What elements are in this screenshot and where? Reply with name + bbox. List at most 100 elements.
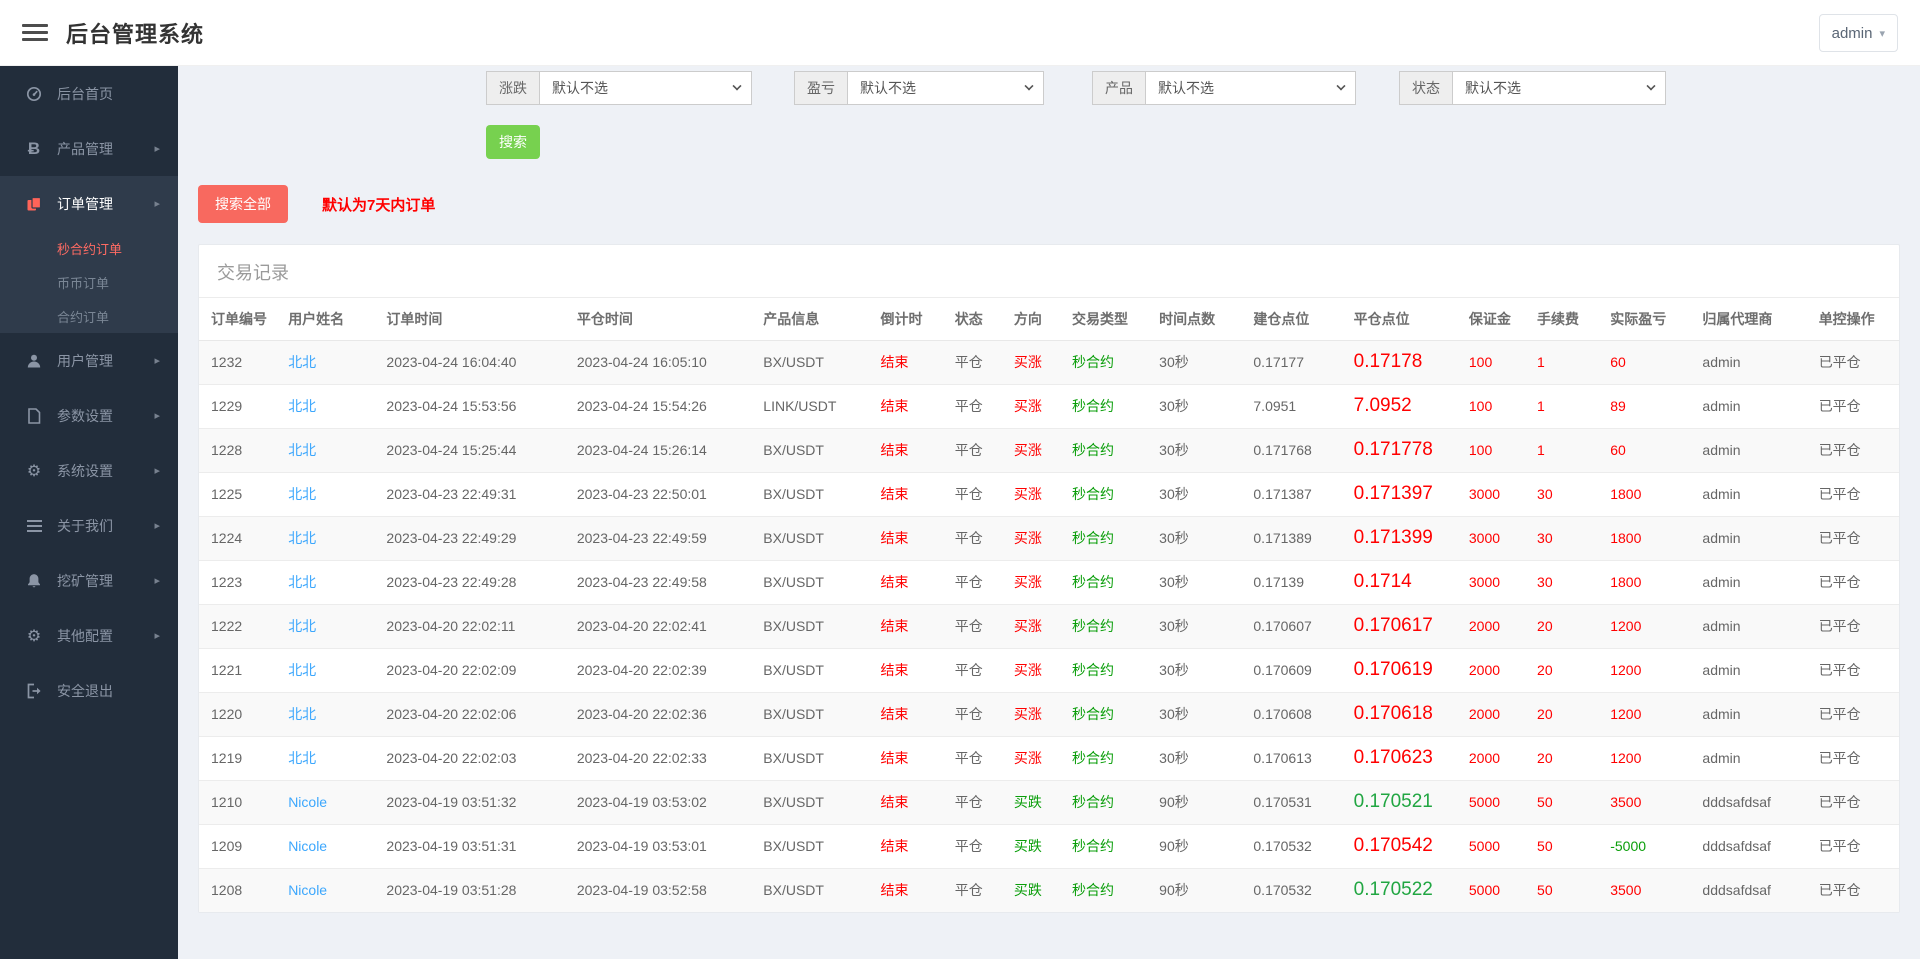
sidebar-item-10[interactable]: 安全退出: [0, 663, 178, 718]
cell-user-name: 北北: [284, 648, 382, 692]
user-link[interactable]: 北北: [288, 662, 316, 678]
cell-close-time: 2023-04-19 03:52:58: [573, 868, 759, 912]
sidebar-item-8[interactable]: 挖矿管理▸: [0, 553, 178, 608]
cell-margin: 2000: [1465, 692, 1533, 736]
user-link[interactable]: 北北: [288, 398, 316, 414]
cell-agent: admin: [1698, 472, 1814, 516]
cell-pnl: 3500: [1606, 868, 1698, 912]
search-button[interactable]: 搜索: [486, 125, 540, 159]
cell-trade-type: 秒合约: [1068, 560, 1155, 604]
user-link[interactable]: 北北: [288, 574, 316, 590]
user-link[interactable]: 北北: [288, 750, 316, 766]
list-icon: [24, 517, 44, 535]
sidebar-item-3[interactable]: 订单管理▸: [0, 176, 178, 231]
product-filter: 产品 默认不选: [1092, 71, 1356, 105]
user-link[interactable]: Nicole: [288, 882, 327, 898]
profit-label: 盈亏: [794, 71, 848, 105]
cell-close-time: 2023-04-20 22:02:41: [573, 604, 759, 648]
sidebar-item-6[interactable]: ⚙系统设置▸: [0, 443, 178, 498]
table-row: 1221北北2023-04-20 22:02:092023-04-20 22:0…: [199, 648, 1899, 692]
cell-close-price: 0.170623: [1350, 736, 1465, 780]
updown-label: 涨跌: [486, 71, 540, 105]
filter-row-3: 搜索: [198, 125, 1900, 159]
cell-action: 已平仓: [1815, 560, 1899, 604]
sidebar-group-orders: 订单管理▸秒合约订单币币订单合约订单: [0, 176, 178, 333]
sidebar-item-2[interactable]: Ƀ产品管理▸: [0, 121, 178, 176]
chevron-right-icon: ▸: [154, 519, 160, 532]
table-row: 1225北北2023-04-23 22:49:312023-04-23 22:5…: [199, 472, 1899, 516]
hamburger-menu-icon[interactable]: [22, 20, 48, 45]
cell-open-price: 7.0951: [1249, 384, 1349, 428]
column-header: 单控操作: [1815, 298, 1899, 340]
column-header: 平仓时间: [573, 298, 759, 340]
cell-product: BX/USDT: [759, 648, 876, 692]
sidebar-item-label: 其他配置: [57, 626, 113, 646]
user-dropdown[interactable]: admin ▾: [1819, 14, 1898, 52]
user-link[interactable]: 北北: [288, 486, 316, 502]
user-link[interactable]: 北北: [288, 442, 316, 458]
cell-open-price: 0.170532: [1249, 824, 1349, 868]
cell-open-time: 2023-04-20 22:02:06: [382, 692, 572, 736]
cell-status: 平仓: [951, 824, 1010, 868]
user-link[interactable]: 北北: [288, 618, 316, 634]
user-link[interactable]: 北北: [288, 530, 316, 546]
file-icon: [24, 408, 44, 424]
cell-user-name: Nicole: [284, 868, 382, 912]
table-header-row: 订单编号用户姓名订单时间平仓时间产品信息倒计时状态方向交易类型时间点数建仓点位平…: [199, 298, 1899, 340]
status-select[interactable]: 默认不选: [1453, 71, 1666, 105]
sidebar-item-5[interactable]: 参数设置▸: [0, 388, 178, 443]
cell-duration: 90秒: [1155, 824, 1249, 868]
sidebar-subitem[interactable]: 币币订单: [0, 265, 178, 299]
cell-order-id: 1221: [199, 648, 284, 692]
cell-duration: 30秒: [1155, 604, 1249, 648]
user-link[interactable]: 北北: [288, 706, 316, 722]
profit-select[interactable]: 默认不选: [848, 71, 1044, 105]
cell-order-id: 1210: [199, 780, 284, 824]
cell-direction: 买涨: [1010, 604, 1068, 648]
cell-margin: 3000: [1465, 472, 1533, 516]
sidebar-item-4[interactable]: 用户管理▸: [0, 333, 178, 388]
cell-user-name: 北北: [284, 516, 382, 560]
cell-open-time: 2023-04-23 22:49:31: [382, 472, 572, 516]
sidebar-item-9[interactable]: ⚙其他配置▸: [0, 608, 178, 663]
cell-trade-type: 秒合约: [1068, 428, 1155, 472]
chevron-right-icon: ▸: [154, 197, 160, 210]
cell-margin: 2000: [1465, 736, 1533, 780]
cell-user-name: 北北: [284, 560, 382, 604]
user-link[interactable]: 北北: [288, 354, 316, 370]
column-header: 时间点数: [1155, 298, 1249, 340]
cell-status: 平仓: [951, 516, 1010, 560]
cell-margin: 3000: [1465, 560, 1533, 604]
user-link[interactable]: Nicole: [288, 838, 327, 854]
cell-close-time: 2023-04-20 22:02:36: [573, 692, 759, 736]
column-header: 实际盈亏: [1606, 298, 1698, 340]
cell-action: 已平仓: [1815, 824, 1899, 868]
updown-select[interactable]: 默认不选: [540, 71, 752, 105]
product-select[interactable]: 默认不选: [1146, 71, 1356, 105]
cell-agent: admin: [1698, 560, 1814, 604]
cell-margin: 5000: [1465, 780, 1533, 824]
sidebar-item-1[interactable]: 后台首页: [0, 66, 178, 121]
cell-direction: 买跌: [1010, 780, 1068, 824]
main-content: 订单编号 客户 订单时间 至 涨跌 默认不选 盈亏: [178, 0, 1920, 913]
cell-product: BX/USDT: [759, 472, 876, 516]
table-row: 1219北北2023-04-20 22:02:032023-04-20 22:0…: [199, 736, 1899, 780]
search-all-button[interactable]: 搜索全部: [198, 185, 288, 223]
cell-status: 平仓: [951, 736, 1010, 780]
cell-fee: 30: [1533, 516, 1606, 560]
cell-agent: admin: [1698, 604, 1814, 648]
dashboard-icon: [24, 86, 44, 102]
sidebar-item-7[interactable]: 关于我们▸: [0, 498, 178, 553]
cell-status: 平仓: [951, 340, 1010, 384]
cell-trade-type: 秒合约: [1068, 868, 1155, 912]
cell-product: BX/USDT: [759, 692, 876, 736]
sidebar-subitem[interactable]: 秒合约订单: [0, 231, 178, 265]
sidebar-subitem[interactable]: 合约订单: [0, 299, 178, 333]
cell-duration: 30秒: [1155, 340, 1249, 384]
column-header: 产品信息: [759, 298, 876, 340]
cell-close-price: 0.17178: [1350, 340, 1465, 384]
user-dropdown-label: admin: [1832, 25, 1873, 42]
user-link[interactable]: Nicole: [288, 794, 327, 810]
cell-duration: 30秒: [1155, 648, 1249, 692]
cell-trade-type: 秒合约: [1068, 384, 1155, 428]
